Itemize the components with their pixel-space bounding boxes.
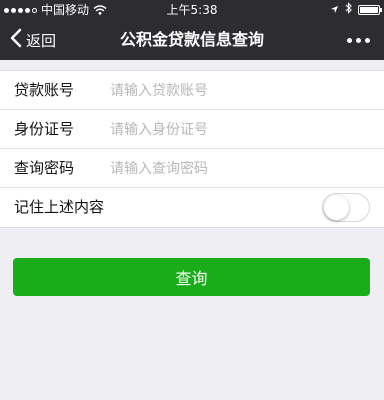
loan-account-label: 贷款账号 (14, 81, 75, 99)
query-password-input[interactable] (110, 149, 370, 188)
loan-account-row: 贷款账号 (0, 71, 384, 110)
bluetooth-icon (345, 0, 352, 20)
page-title: 公积金贷款信息查询 (119, 30, 264, 49)
nav-bar: 返回 公积金贷款信息查询 (0, 20, 384, 60)
remember-row: 记住上述内容 (0, 188, 384, 227)
loan-account-input[interactable] (110, 71, 370, 110)
more-dot-icon (356, 37, 361, 43)
query-password-row: 查询密码 (0, 149, 384, 188)
more-dot-icon (347, 37, 352, 43)
toggle-knob (324, 195, 349, 220)
id-number-row: 身份证号 (0, 110, 384, 149)
status-bar: 中国移动 上午5:38 (0, 0, 384, 20)
remember-toggle[interactable] (322, 193, 370, 222)
battery-icon (358, 5, 382, 15)
id-number-input[interactable] (110, 110, 370, 149)
id-number-label: 身份证号 (14, 120, 75, 138)
query-form: 贷款账号 身份证号 查询密码 记住上述内容 (0, 70, 384, 228)
location-icon (330, 0, 339, 20)
status-time: 上午5:38 (166, 3, 218, 17)
more-menu-button[interactable] (347, 20, 370, 60)
status-right (330, 0, 382, 20)
remember-label: 记住上述内容 (14, 198, 105, 216)
query-button[interactable]: 查询 (13, 258, 370, 296)
query-password-label: 查询密码 (14, 159, 75, 177)
battery-level (360, 7, 378, 13)
more-dot-icon (365, 37, 370, 43)
